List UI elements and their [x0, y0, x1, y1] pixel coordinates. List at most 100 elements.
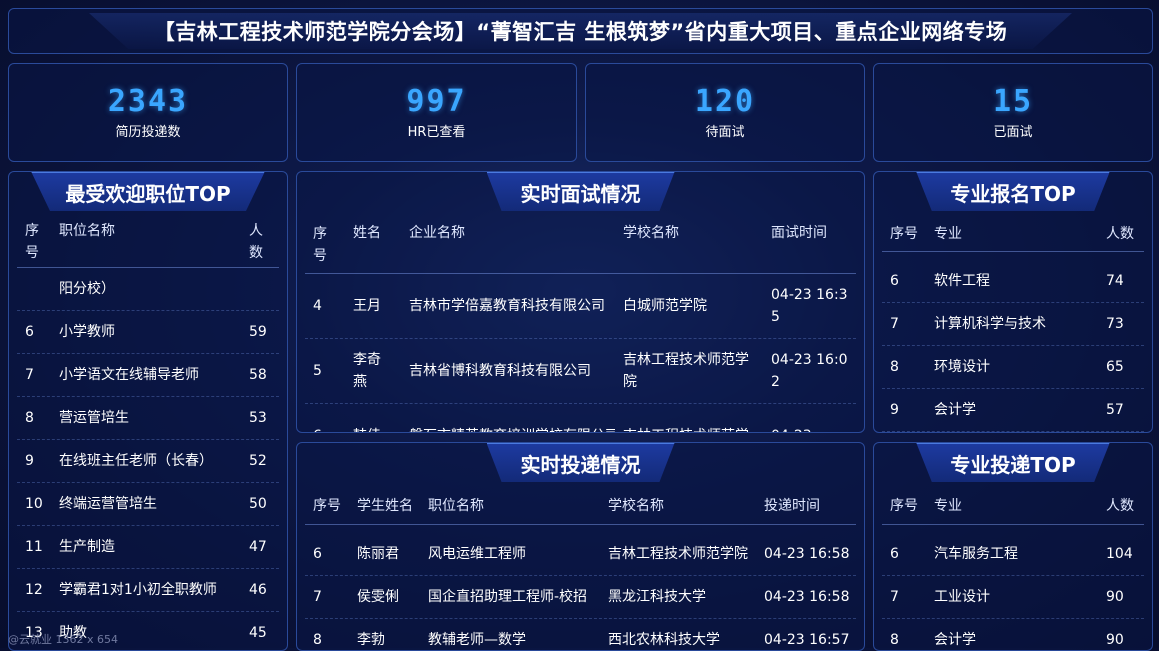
- stat-card-interviewed: 15 已面试: [873, 63, 1153, 162]
- col-header-name: 姓名: [353, 225, 381, 241]
- table-row: 7 工业设计 90: [882, 576, 1144, 619]
- table-row: 4 王月 吉林市学倍嘉教育科技有限公司 白城师范学院 04-23 16:35: [305, 274, 856, 339]
- panel-title: 最受欢迎职位TOP: [31, 172, 265, 211]
- table-row: 6韩佳磐石市精英教育培训学校有限公司吉林工程技术师范学04-23: [305, 404, 856, 432]
- cell-school: 吉林工程技术师范学: [615, 404, 763, 432]
- table-header: 序号 姓名 企业名称 学校名称 面试时间: [305, 216, 856, 274]
- col-header-no: 序号: [890, 225, 918, 242]
- cell-time: 04-23: [763, 404, 856, 432]
- cell-count: 90: [1106, 632, 1124, 648]
- col-header-no: 序号: [25, 222, 39, 261]
- cell-major: 会计学: [934, 402, 976, 418]
- cell-job-name: 阳分校）: [59, 281, 115, 297]
- cell-no: 4: [313, 298, 322, 314]
- cell-no: 8: [25, 410, 34, 426]
- watermark: @云就业 1362 x 654: [8, 633, 118, 646]
- cell-count: 65: [1106, 359, 1124, 375]
- table-row: 7 小学语文在线辅导老师 58: [17, 354, 279, 397]
- cell-no: 9: [25, 453, 34, 469]
- deliveries-table: 序号 学生姓名 职位名称 学校名称 投递时间 6 陈丽君 风电运维工程师 吉林工程技术…: [305, 487, 856, 650]
- major-signup-table: 序号 专业 人数 6 软件工程 74 7 计算机科学与技术 73 8 环境设计 65 9 会计学 57: [882, 216, 1144, 432]
- col-header-major: 专业: [934, 225, 962, 242]
- table-row: 10 终端运营管培生 50: [17, 483, 279, 526]
- table-row: 阳分校）: [17, 268, 279, 311]
- col-header-no: 序号: [890, 497, 918, 514]
- table-row: 8 会计学 90: [882, 619, 1144, 650]
- table-header: 序号 学生姓名 职位名称 学校名称 投递时间: [305, 487, 856, 525]
- table-header: 序号 职位名称 人数: [17, 216, 279, 268]
- col-header-time: 面试时间: [771, 225, 827, 241]
- cell-count: 57: [1106, 402, 1124, 418]
- stat-card-pending-interview: 120 待面试: [585, 63, 865, 162]
- table-row: 6 软件工程 74: [882, 260, 1144, 303]
- cell-job-name: 终端运营管培生: [59, 496, 157, 512]
- cell-no: 9: [890, 402, 899, 418]
- cell-job-name: 小学教师: [59, 324, 115, 340]
- cell-count: 46: [249, 582, 267, 598]
- cell-student: 陈丽君: [357, 546, 399, 562]
- table-row: 12 学霸君1对1小初全职教师 46: [17, 569, 279, 612]
- cell-school: 白城师范学院: [623, 298, 707, 314]
- cell-name: 王月: [353, 298, 381, 314]
- cell-count: 47: [249, 539, 267, 555]
- cell-no: 6: [305, 404, 345, 432]
- col-header-count: 人数: [1106, 497, 1134, 514]
- cell-time: 04-23 16:58: [764, 589, 850, 605]
- cell-major: 计算机科学与技术: [934, 316, 1046, 332]
- major-signup-panel: 专业报名TOP 序号 专业 人数 6 软件工程 74 7 计算机科学与技术 73 8 环境设计…: [873, 171, 1153, 433]
- cell-job-name: 小学语文在线辅导老师: [59, 367, 199, 383]
- cell-name: 韩佳: [345, 404, 401, 432]
- popular-jobs-table: 序号 职位名称 人数 阳分校） 6 小学教师 59 7 小学语文在线辅导老师 58 8 营运管培…: [17, 216, 279, 650]
- cell-company: 吉林省博科教育科技有限公司: [409, 363, 591, 379]
- popular-jobs-panel: 最受欢迎职位TOP 序号 职位名称 人数 阳分校） 6 小学教师 59 7 小学语文在线辅…: [8, 171, 288, 651]
- panel-title: 专业投递TOP: [916, 443, 1110, 482]
- col-header-no: 序号: [313, 225, 327, 264]
- page-title: 【吉林工程技术师范学院分会场】“菁智汇吉 生根筑梦”省内重大项目、重点企业网络专…: [89, 13, 1072, 49]
- cell-job-name: 营运管培生: [59, 410, 129, 426]
- cell-no: 8: [890, 359, 899, 375]
- cell-time: 04-23 16:58: [764, 546, 850, 562]
- stat-label: HR已查看: [407, 125, 466, 140]
- cell-no: 11: [25, 539, 43, 555]
- cell-no: 6: [890, 273, 899, 289]
- cell-time: 04-23 16:35: [771, 287, 848, 325]
- cell-count: 59: [249, 324, 267, 340]
- cell-no: 12: [25, 582, 43, 598]
- cell-job-name: 学霸君1对1小初全职教师: [59, 582, 217, 598]
- deliveries-panel: 实时投递情况 序号 学生姓名 职位名称 学校名称 投递时间 6 陈丽君 风电运维工程…: [296, 442, 865, 651]
- stat-value: 120: [694, 84, 756, 119]
- cell-job-name: 在线班主任老师（长春）: [59, 453, 213, 469]
- cell-count: 58: [249, 367, 267, 383]
- stat-label: 待面试: [705, 125, 745, 140]
- cell-count: 90: [1106, 589, 1124, 605]
- cell-count: 104: [1106, 546, 1133, 562]
- table-row: 8 营运管培生 53: [17, 397, 279, 440]
- table-row: 7 计算机科学与技术 73: [882, 303, 1144, 346]
- cell-school: 西北农林科技大学: [608, 632, 720, 648]
- cell-count: 74: [1106, 273, 1124, 289]
- cell-no: 8: [313, 632, 322, 648]
- cell-count: [241, 268, 279, 310]
- stat-value: 997: [406, 84, 467, 119]
- col-header-school: 学校名称: [608, 497, 664, 514]
- cell-student: 李勃: [357, 632, 385, 648]
- col-header-time: 投递时间: [764, 497, 820, 514]
- cell-job: 风电运维工程师: [428, 546, 526, 562]
- cell-major: 工业设计: [934, 589, 990, 605]
- stat-value: 15: [992, 84, 1034, 119]
- cell-major: 软件工程: [934, 273, 990, 289]
- cell-job: 教辅老师—数学: [428, 632, 526, 648]
- cell-time: 04-23 16:57: [764, 632, 850, 648]
- cell-major: 汽车服务工程: [934, 546, 1018, 562]
- stat-card-resumes: 2343 简历投递数: [8, 63, 288, 162]
- cell-count: 45: [249, 625, 267, 641]
- col-header-company: 企业名称: [409, 225, 465, 241]
- cell-major: 会计学: [934, 632, 976, 648]
- stat-card-hr-viewed: 997 HR已查看: [296, 63, 577, 162]
- table-row: 11 生产制造 47: [17, 526, 279, 569]
- col-header-count: 人数: [1106, 225, 1134, 242]
- table-row: 6 小学教师 59: [17, 311, 279, 354]
- col-header-job: 职位名称: [428, 497, 484, 514]
- table-row: 7 侯雯俐 国企直招助理工程师-校招 黑龙江科技大学 04-23 16:58: [305, 576, 856, 619]
- panel-title: 专业报名TOP: [916, 172, 1110, 211]
